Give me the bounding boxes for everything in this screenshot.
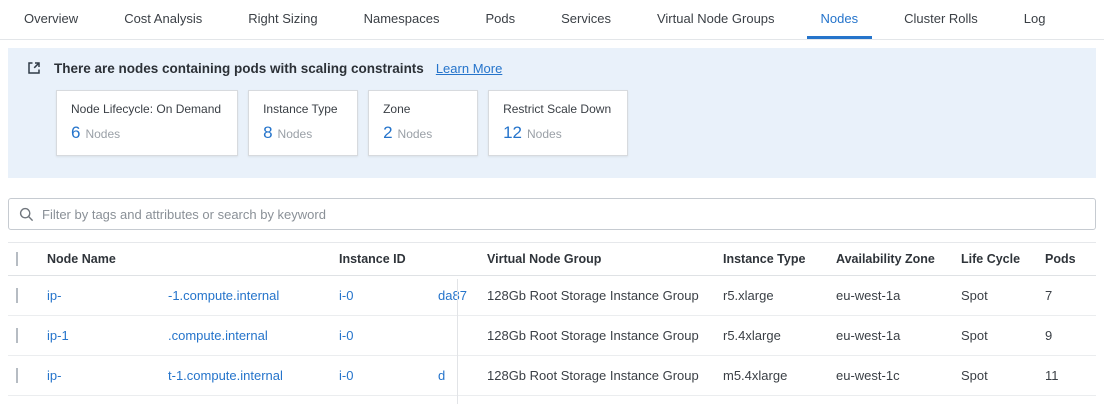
search-input[interactable]: [42, 207, 1085, 222]
table-row[interactable]: ip-t-1.compute.internal i-0d 128Gb Root …: [8, 356, 1096, 396]
availability-zone-cell: eu-west-1a: [836, 328, 961, 343]
instance-type-cell: r5.4xlarge: [723, 328, 836, 343]
node-name-link[interactable]: ip-t-1.compute.internal: [47, 368, 339, 383]
tab-cluster-rolls[interactable]: Cluster Rolls: [890, 0, 992, 39]
instance-type-cell: m5.4xlarge: [723, 368, 836, 383]
constraint-card-node-lifecycle[interactable]: Node Lifecycle: On Demand 6 Nodes: [56, 90, 238, 156]
cluster-tab-bar: Overview Cost Analysis Right Sizing Name…: [0, 0, 1104, 40]
table-row[interactable]: ip-1.compute.internal i-0 128Gb Root Sto…: [8, 316, 1096, 356]
row-checkbox[interactable]: [16, 288, 18, 303]
card-count: 6: [71, 123, 80, 142]
learn-more-link[interactable]: Learn More: [436, 61, 502, 76]
tab-pods[interactable]: Pods: [471, 0, 529, 39]
banner-message: There are nodes containing pods with sca…: [54, 61, 424, 76]
table-row[interactable]: ip--1.compute.internal i-0da87 128Gb Roo…: [8, 276, 1096, 316]
constraint-card-zone[interactable]: Zone 2 Nodes: [368, 90, 478, 156]
header-virtual-node-group: Virtual Node Group: [487, 252, 723, 266]
card-title: Restrict Scale Down: [503, 102, 611, 116]
tab-cost-analysis[interactable]: Cost Analysis: [110, 0, 216, 39]
node-name-link[interactable]: ip--1.compute.internal: [47, 288, 339, 303]
nodes-table: Node Name Instance ID Virtual Node Group…: [8, 242, 1096, 396]
tab-overview[interactable]: Overview: [10, 0, 92, 39]
scaling-constraints-banner: There are nodes containing pods with sca…: [8, 48, 1096, 178]
availability-zone-cell: eu-west-1c: [836, 368, 961, 383]
header-instance-type: Instance Type: [723, 252, 836, 266]
card-count: 2: [383, 123, 392, 142]
constraint-card-instance-type[interactable]: Instance Type 8 Nodes: [248, 90, 358, 156]
instance-id-link[interactable]: i-0da87: [339, 288, 487, 303]
life-cycle-cell: Spot: [961, 288, 1045, 303]
pods-cell: 9: [1045, 328, 1096, 343]
pods-cell: 11: [1045, 368, 1096, 383]
card-unit: Nodes: [527, 127, 562, 141]
pods-cell: 7: [1045, 288, 1096, 303]
card-title: Zone: [383, 102, 461, 116]
tab-right-sizing[interactable]: Right Sizing: [234, 0, 331, 39]
virtual-node-group-cell: 128Gb Root Storage Instance Group: [487, 288, 723, 303]
card-unit: Nodes: [398, 127, 433, 141]
redaction-edge-line: [457, 279, 458, 404]
header-instance-id: Instance ID: [339, 252, 487, 266]
tab-services[interactable]: Services: [547, 0, 625, 39]
tab-namespaces[interactable]: Namespaces: [350, 0, 454, 39]
card-title: Instance Type: [263, 102, 341, 116]
life-cycle-cell: Spot: [961, 368, 1045, 383]
search-icon: [19, 207, 34, 222]
nodes-table-header: Node Name Instance ID Virtual Node Group…: [8, 242, 1096, 276]
virtual-node-group-cell: 128Gb Root Storage Instance Group: [487, 368, 723, 383]
card-count: 12: [503, 123, 522, 142]
row-checkbox[interactable]: [16, 328, 18, 343]
tab-nodes[interactable]: Nodes: [807, 0, 873, 39]
instance-type-cell: r5.xlarge: [723, 288, 836, 303]
node-name-link[interactable]: ip-1.compute.internal: [47, 328, 339, 343]
row-checkbox[interactable]: [16, 368, 18, 383]
scaling-constraints-icon: [26, 60, 42, 76]
header-life-cycle: Life Cycle: [961, 252, 1045, 266]
select-all-checkbox[interactable]: [16, 252, 18, 266]
constraint-cards: Node Lifecycle: On Demand 6 Nodes Instanc…: [56, 90, 1080, 156]
constraint-card-restrict-scale-down[interactable]: Restrict Scale Down 12 Nodes: [488, 90, 628, 156]
card-unit: Nodes: [278, 127, 313, 141]
filter-search-bar[interactable]: [8, 198, 1096, 230]
life-cycle-cell: Spot: [961, 328, 1045, 343]
instance-id-link[interactable]: i-0: [339, 328, 487, 343]
tab-virtual-node-groups[interactable]: Virtual Node Groups: [643, 0, 789, 39]
card-title: Node Lifecycle: On Demand: [71, 102, 221, 116]
card-count: 8: [263, 123, 272, 142]
tab-log[interactable]: Log: [1010, 0, 1060, 39]
header-pods: Pods: [1045, 252, 1096, 266]
virtual-node-group-cell: 128Gb Root Storage Instance Group: [487, 328, 723, 343]
header-availability-zone: Availability Zone: [836, 252, 961, 266]
header-node-name: Node Name: [47, 252, 339, 266]
availability-zone-cell: eu-west-1a: [836, 288, 961, 303]
card-unit: Nodes: [85, 127, 120, 141]
instance-id-link[interactable]: i-0d: [339, 368, 487, 383]
